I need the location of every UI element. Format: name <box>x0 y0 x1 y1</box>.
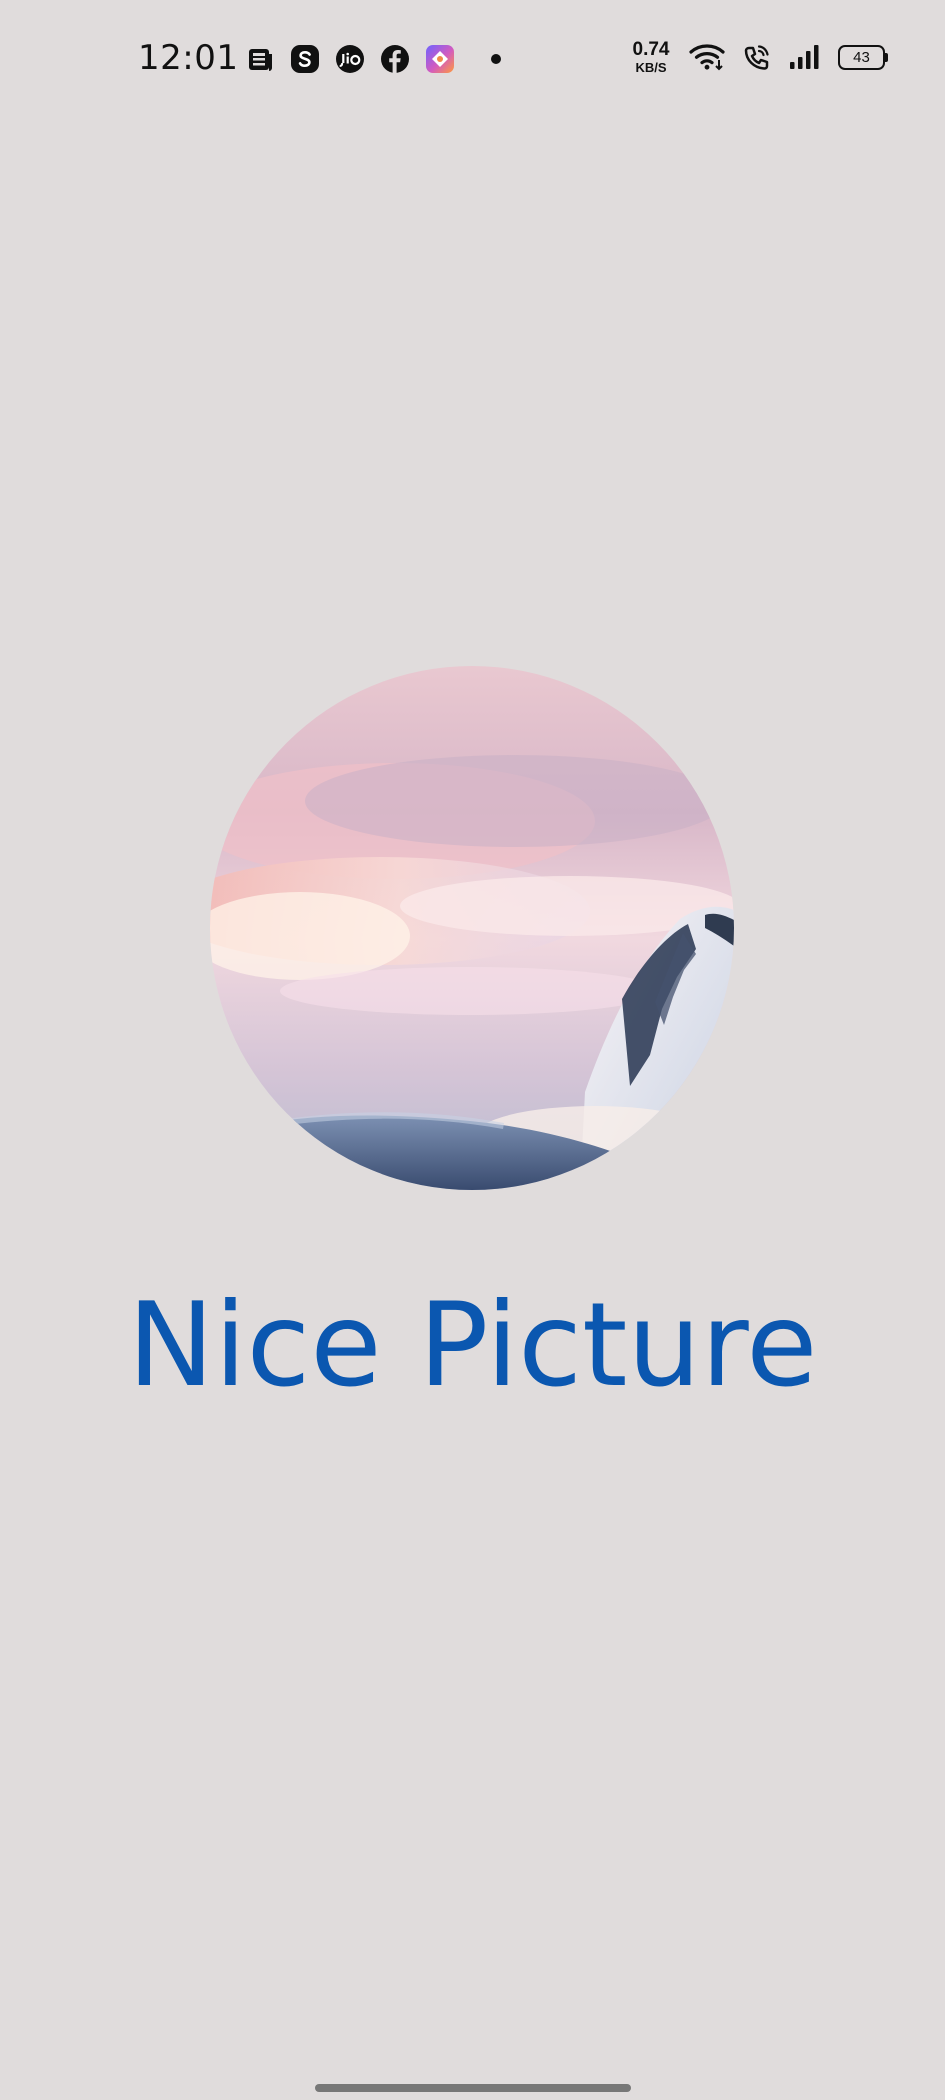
battery-level: 43 <box>838 44 885 70</box>
battery-icon: 43 <box>838 44 888 70</box>
status-time: 12:01 <box>138 38 239 78</box>
skype-icon <box>289 43 320 74</box>
battery-cap <box>885 52 888 62</box>
colorful-app-icon <box>424 43 455 74</box>
splash-screen: { "status_bar": { "time": "12:01", "noti… <box>0 0 945 2100</box>
network-speed-value: 0.74 <box>632 39 670 60</box>
gesture-navigation-bar[interactable] <box>315 2084 631 2092</box>
network-speed-unit: KB/S <box>635 60 667 75</box>
wifi-calling-icon <box>742 42 772 73</box>
network-speed: 0.74 KB/S <box>630 40 672 74</box>
notification-icons <box>244 43 501 74</box>
dot-icon <box>491 53 501 64</box>
splash-logo-image <box>210 666 734 1190</box>
facebook-icon <box>379 43 410 74</box>
news-icon <box>244 43 275 74</box>
signal-strength-icon <box>788 42 822 73</box>
wifi-icon <box>688 42 726 73</box>
app-title: Nice Picture <box>127 1278 818 1413</box>
jio-icon <box>334 43 365 74</box>
status-bar: 12:01 0.74 KB/S 43 <box>0 0 945 120</box>
system-status: 0.74 KB/S 43 <box>630 40 888 74</box>
